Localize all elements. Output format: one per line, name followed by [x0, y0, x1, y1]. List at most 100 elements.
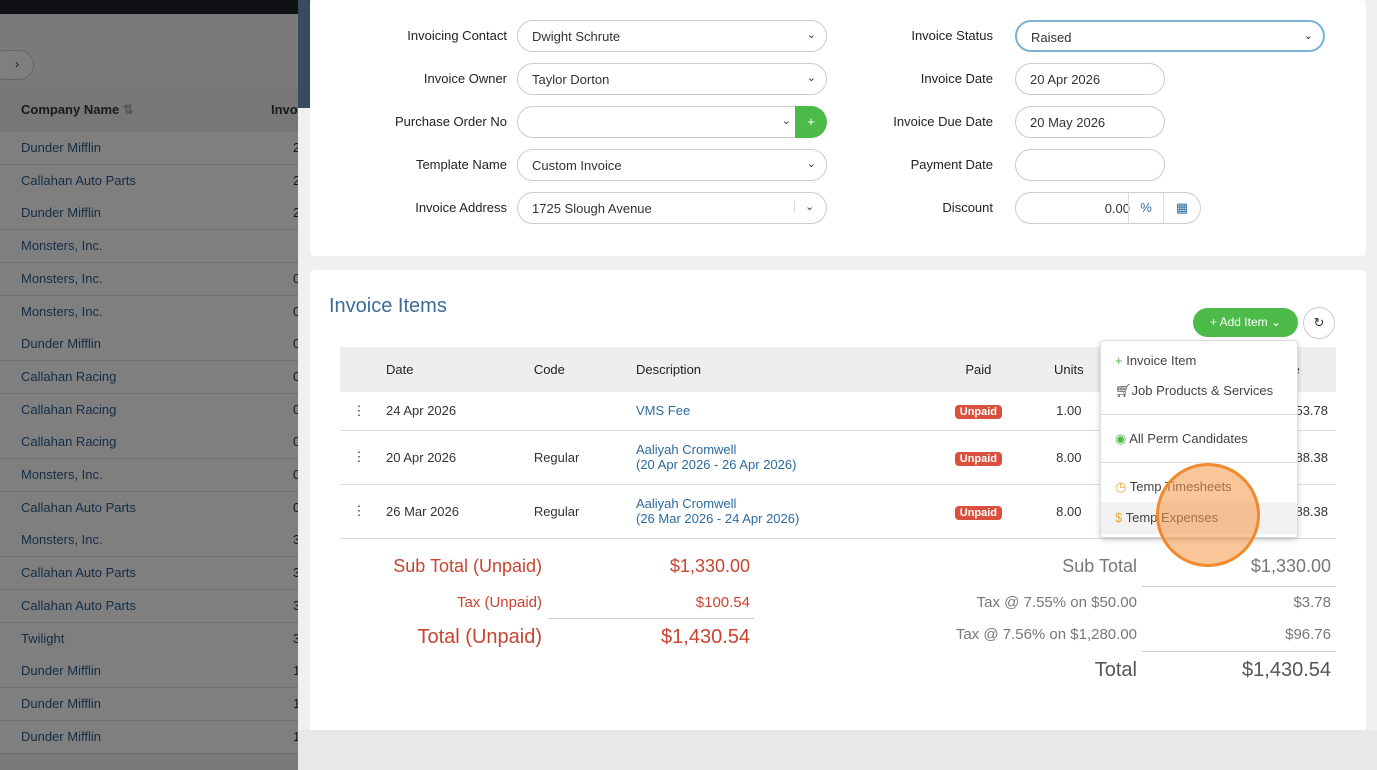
- description-link[interactable]: Aaliyah Cromwell: [636, 496, 918, 511]
- panel-edge: [298, 0, 310, 108]
- total-unpaid: $1,430.54: [661, 626, 750, 648]
- plus-icon: +: [1115, 353, 1123, 368]
- location-icon: ◉: [1115, 431, 1127, 446]
- description-period: (26 Mar 2026 - 24 Apr 2026): [636, 511, 800, 526]
- label: Invoice Status: [911, 28, 993, 43]
- label: Invoice Item: [1126, 353, 1197, 368]
- chevron-down-icon: ⌄: [806, 158, 816, 170]
- value: 20 Apr 2026: [1030, 72, 1101, 87]
- label: Sub Total: [1062, 556, 1137, 576]
- tax-unpaid: $100.54: [695, 594, 750, 611]
- chevron-down-icon: ⌄: [806, 72, 816, 84]
- label: Tax (Unpaid): [456, 594, 542, 611]
- code: Regular: [525, 484, 628, 539]
- clock-icon: ◷: [1115, 479, 1127, 494]
- chevron-down-icon: ⌄: [794, 200, 826, 213]
- label: Discount: [942, 200, 993, 215]
- label: Template Name: [415, 157, 507, 172]
- description-link[interactable]: VMS Fee: [636, 403, 918, 418]
- label: All Perm Candidates: [1129, 431, 1248, 446]
- date: 20 Apr 2026: [378, 430, 526, 485]
- value: Dwight Schrute: [532, 29, 621, 44]
- label: + Add Item: [1209, 315, 1268, 329]
- label: Invoice Owner: [423, 71, 507, 86]
- menu-item-perm-candidates[interactable]: ◉ All Perm Candidates: [1115, 431, 1248, 447]
- divider: [548, 618, 754, 619]
- label: Invoice Address: [415, 200, 507, 215]
- column-header: Units: [1030, 347, 1107, 392]
- calculator-icon[interactable]: ▦: [1164, 193, 1200, 223]
- col-actions: [340, 347, 378, 392]
- units: 8.00: [1030, 484, 1107, 539]
- kebab-menu-icon[interactable]: ⋮: [340, 392, 378, 431]
- cart-icon: 🛒︎: [1115, 383, 1132, 398]
- label: Invoice Due Date: [893, 114, 993, 129]
- column-header: Paid: [925, 347, 1031, 392]
- divider: [1101, 414, 1297, 415]
- refresh-icon[interactable]: ↻: [1303, 307, 1335, 339]
- value: 0.00: [1104, 201, 1130, 216]
- label: Tax @ 7.55% on $50.00: [976, 594, 1137, 611]
- label: Payment Date: [910, 157, 993, 172]
- discount-input[interactable]: 0.00 % ▦: [1015, 192, 1201, 224]
- invoicing-contact-select[interactable]: Dwight Schrute ⌄: [517, 20, 827, 52]
- purchase-order-select[interactable]: ⌄: [517, 106, 802, 138]
- dollar-icon: $: [1115, 510, 1123, 525]
- footer: [298, 730, 1377, 770]
- label: Sub Total (Unpaid): [393, 556, 542, 576]
- value: Custom Invoice: [532, 158, 622, 173]
- tax-1: $3.78: [1293, 594, 1331, 611]
- code: Regular: [525, 430, 628, 485]
- description-link[interactable]: Aaliyah Cromwell: [636, 442, 918, 457]
- kebab-menu-icon[interactable]: ⋮: [340, 484, 378, 539]
- percent-toggle[interactable]: %: [1128, 193, 1164, 223]
- sub-total-unpaid: $1,330.00: [669, 556, 750, 576]
- add-item-button[interactable]: + Add Item ⌄: [1193, 308, 1298, 337]
- template-select[interactable]: Custom Invoice ⌄: [517, 149, 827, 181]
- add-po-button[interactable]: +: [795, 106, 827, 138]
- paid-status-badge: Unpaid: [954, 505, 1003, 520]
- chevron-down-icon: ⌄: [1303, 30, 1313, 42]
- label: Total (Unpaid): [417, 626, 542, 648]
- label: Total: [1094, 659, 1137, 681]
- chevron-down-icon: ⌄: [781, 115, 791, 127]
- label: Job Products & Services: [1131, 383, 1274, 398]
- invoice-owner-select[interactable]: Taylor Dorton ⌄: [517, 63, 827, 95]
- kebab-menu-icon[interactable]: ⋮: [340, 430, 378, 485]
- units: 8.00: [1030, 430, 1107, 485]
- column-header: Date: [378, 347, 526, 392]
- code: [525, 392, 628, 431]
- invoice-items-title: Invoice Items: [329, 295, 447, 317]
- menu-item-invoice-item[interactable]: + Invoice Item: [1115, 353, 1196, 368]
- modal-overlay[interactable]: [0, 0, 300, 770]
- value: Raised: [1031, 30, 1072, 45]
- units: 1.00: [1030, 392, 1107, 431]
- invoice-date-input[interactable]: 20 Apr 2026: [1015, 63, 1165, 95]
- invoice-status-select[interactable]: Raised ⌄: [1015, 20, 1325, 52]
- menu-item-job-products[interactable]: 🛒︎Job Products & Services: [1115, 383, 1273, 399]
- tax-2: $96.76: [1285, 626, 1331, 643]
- due-date-input[interactable]: 20 May 2026: [1015, 106, 1165, 138]
- invoice-details-card: Invoicing Contact Dwight Schrute ⌄ Invoic…: [310, 0, 1366, 256]
- date: 24 Apr 2026: [378, 392, 526, 431]
- payment-date-input[interactable]: [1015, 149, 1165, 181]
- paid-status-badge: Unpaid: [954, 451, 1003, 466]
- label: Purchase Order No: [395, 114, 507, 129]
- date: 26 Mar 2026: [378, 484, 526, 539]
- value: Taylor Dorton: [532, 72, 610, 87]
- total: $1,430.54: [1242, 659, 1331, 681]
- value: 20 May 2026: [1030, 115, 1106, 130]
- click-indicator: [1156, 463, 1260, 567]
- value: 1725 Slough Avenue: [532, 201, 652, 216]
- invoice-address-select[interactable]: 1725 Slough Avenue ⌄: [517, 192, 827, 224]
- paid-status-badge: Unpaid: [954, 405, 1003, 420]
- column-header: Description: [628, 347, 926, 392]
- chevron-down-icon: ⌄: [1270, 315, 1282, 329]
- divider: [1142, 586, 1336, 587]
- chevron-down-icon: ⌄: [806, 29, 816, 41]
- column-header: Code: [525, 347, 628, 392]
- divider: [1142, 651, 1336, 652]
- sub-total: $1,330.00: [1250, 556, 1331, 576]
- description-period: (20 Apr 2026 - 26 Apr 2026): [636, 457, 797, 472]
- label: Invoice Date: [920, 71, 993, 86]
